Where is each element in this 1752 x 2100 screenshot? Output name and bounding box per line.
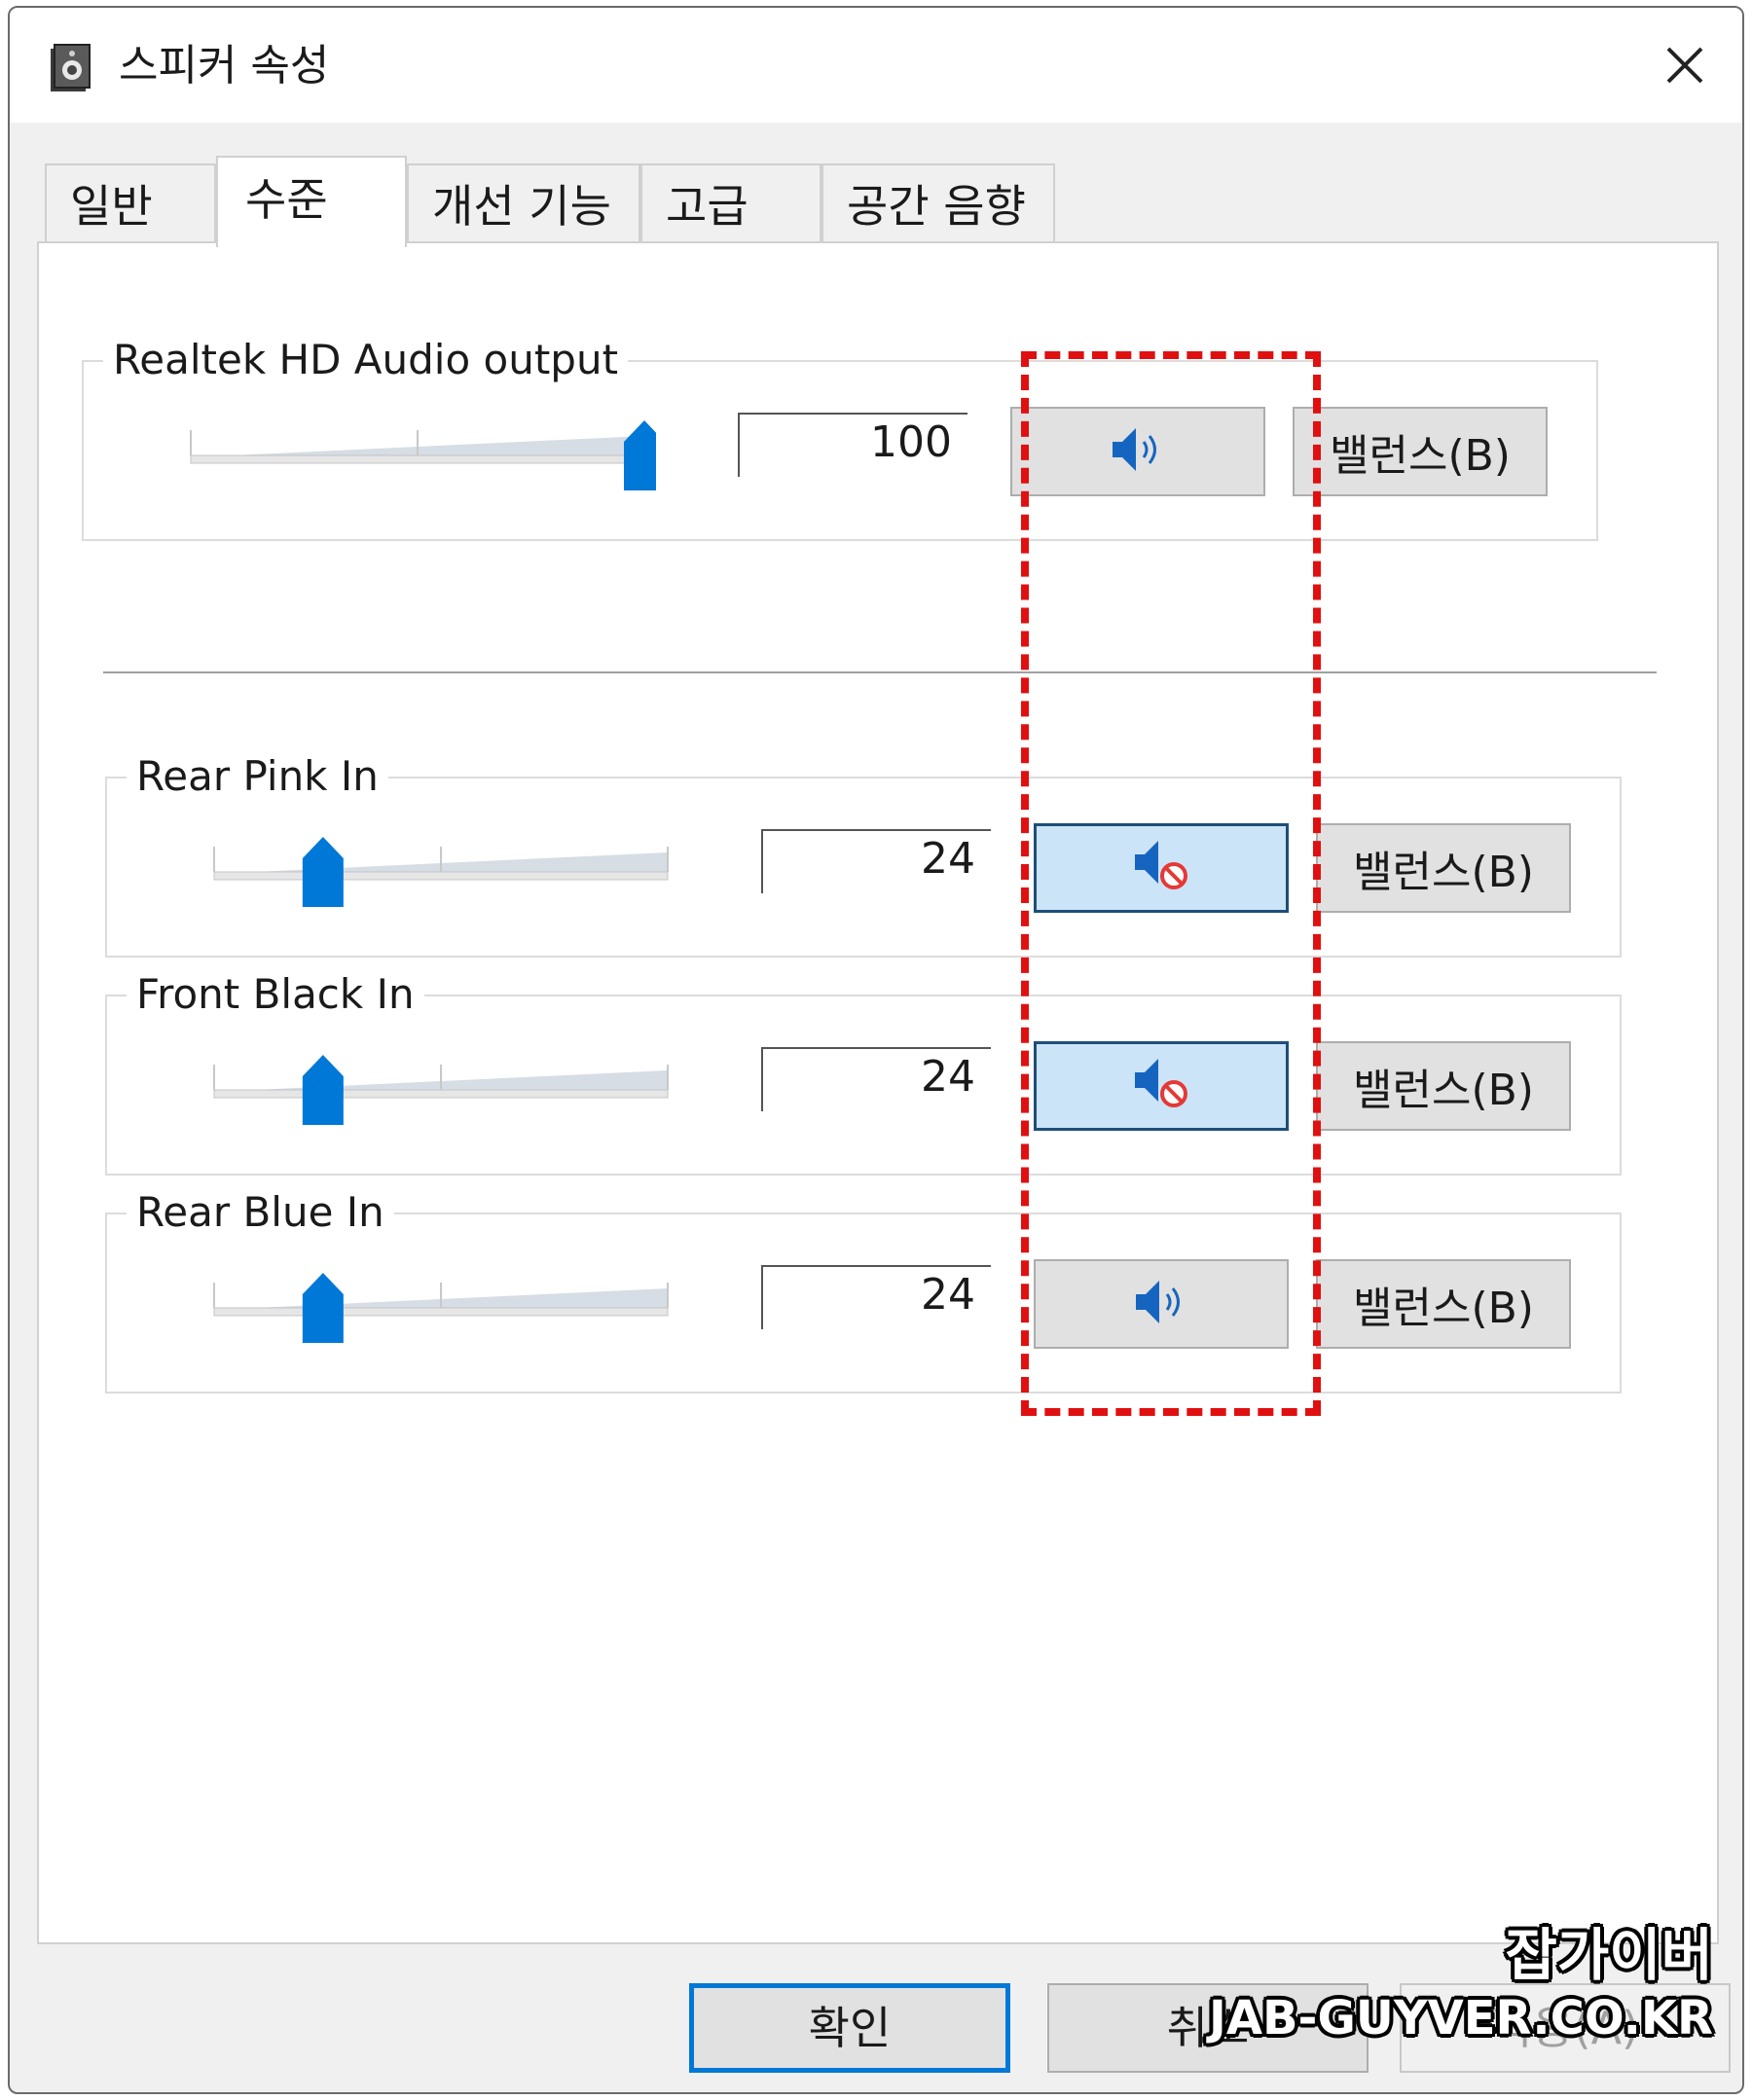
mute-toggle-button[interactable] (1034, 1259, 1289, 1349)
cancel-button[interactable]: 취소 (1047, 1983, 1369, 2073)
channel-name: Front Black In (127, 967, 424, 1022)
apply-button[interactable]: 적용(A) (1400, 1983, 1731, 2073)
balance-button[interactable]: 밸런스(B) (1293, 407, 1548, 496)
slider-track (213, 1307, 669, 1317)
speaker-properties-dialog: 스피커 속성 일반 수준 개선 기능 고급 공간 음향 Realtek HD A… (8, 6, 1744, 2094)
channel-name: Rear Pink In (127, 749, 388, 804)
volume-value[interactable]: 24 (761, 829, 991, 893)
title-bar: 스피커 속성 (10, 8, 1742, 123)
tab-levels[interactable]: 수준 (216, 156, 407, 247)
channel-name: Rear Blue In (127, 1185, 394, 1240)
tab-advanced[interactable]: 고급 (640, 163, 821, 245)
tab-spatial-sound[interactable]: 공간 음향 (821, 163, 1055, 245)
balance-button-label: 밸런스(B) (1353, 848, 1534, 897)
close-button[interactable] (1651, 31, 1719, 99)
separator-line (103, 671, 1657, 673)
volume-value[interactable]: 24 (761, 1265, 991, 1329)
close-icon (1666, 47, 1703, 84)
balance-button[interactable]: 밸런스(B) (1316, 823, 1571, 913)
slider-track (213, 871, 669, 881)
balance-button[interactable]: 밸런스(B) (1316, 1041, 1571, 1131)
speaker-properties-icon (45, 41, 95, 95)
balance-button-label: 밸런스(B) (1330, 431, 1511, 481)
slider-thumb (302, 1273, 344, 1343)
speaker-muted-icon (1131, 839, 1191, 897)
mute-toggle-button[interactable] (1034, 823, 1289, 913)
balance-button[interactable]: 밸런스(B) (1316, 1259, 1571, 1349)
slider-thumb (624, 420, 656, 490)
balance-button-label: 밸런스(B) (1353, 1284, 1534, 1333)
volume-slider[interactable] (202, 1259, 679, 1347)
ok-button[interactable]: 확인 (689, 1983, 1010, 2073)
volume-slider[interactable] (202, 1041, 679, 1129)
slider-thumb (302, 837, 344, 907)
volume-slider[interactable] (179, 407, 656, 494)
volume-value[interactable]: 100 (738, 413, 967, 477)
mute-toggle-button[interactable] (1010, 407, 1265, 496)
tab-enhancements[interactable]: 개선 기능 (407, 163, 640, 245)
slider-track (213, 1089, 669, 1099)
volume-slider[interactable] (202, 823, 679, 911)
tab-bar: 일반 수준 개선 기능 고급 공간 음향 (45, 156, 1115, 247)
tab-general[interactable]: 일반 (45, 163, 216, 245)
speaker-muted-icon (1131, 1057, 1191, 1115)
window-title: 스피커 속성 (119, 41, 330, 91)
slider-thumb (302, 1055, 344, 1125)
mute-toggle-button[interactable] (1034, 1041, 1289, 1131)
speaker-icon (1132, 1275, 1190, 1333)
channel-name: Realtek HD Audio output (103, 333, 629, 387)
volume-value[interactable]: 24 (761, 1047, 991, 1111)
balance-button-label: 밸런스(B) (1353, 1066, 1534, 1115)
speaker-icon (1109, 422, 1167, 481)
slider-track (190, 454, 645, 464)
